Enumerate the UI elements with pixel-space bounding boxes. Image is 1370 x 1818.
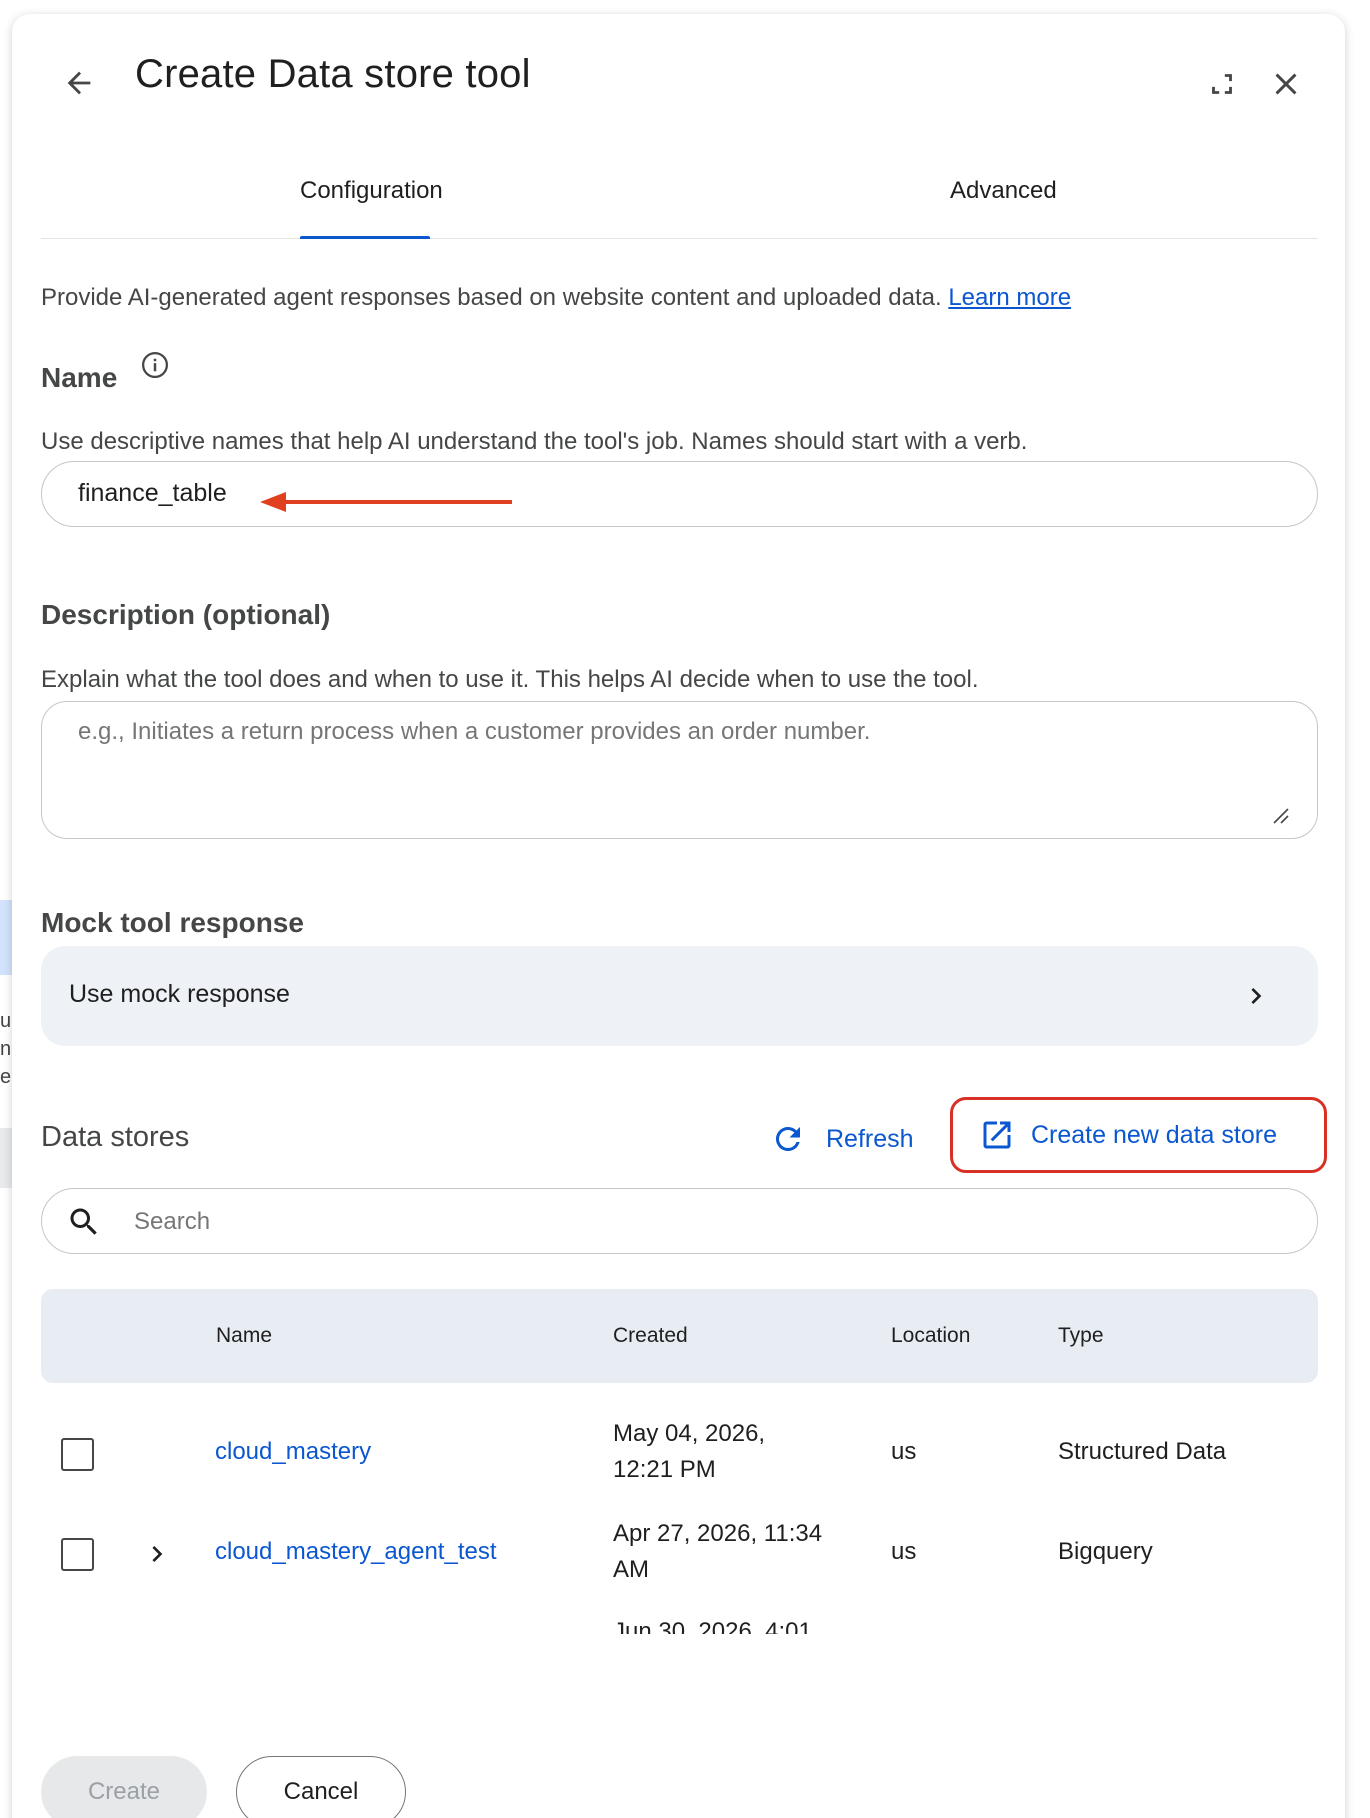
- chevron-right-icon: [1251, 988, 1262, 1004]
- active-tab-indicator: [300, 236, 430, 239]
- close-button[interactable]: [1264, 62, 1308, 106]
- backdrop-highlight-block: [0, 900, 12, 975]
- search-placeholder: Search: [134, 1208, 211, 1235]
- backdrop-gray-block: [0, 1128, 12, 1188]
- use-mock-response-option[interactable]: Use mock response: [41, 946, 1318, 1046]
- create-new-data-store-button[interactable]: Create new data store: [950, 1097, 1327, 1173]
- table-header: Name Created Location Type: [41, 1289, 1318, 1383]
- intro-description: Provide AI-generated agent responses bas…: [41, 284, 942, 311]
- table-row[interactable]: cloud_mastery May 04, 2026, 12:21 PM us …: [41, 1404, 1318, 1504]
- fullscreen-icon: [1212, 74, 1232, 94]
- column-header-created[interactable]: Created: [613, 1324, 688, 1348]
- description-textarea[interactable]: e.g., Initiates a return process when a …: [41, 701, 1318, 839]
- annotation-arrow-icon: [260, 492, 512, 512]
- backdrop-text-3: ea: [0, 1066, 12, 1088]
- column-header-location[interactable]: Location: [891, 1324, 970, 1348]
- dialog-title: Create Data store tool: [135, 52, 531, 96]
- intro-text: Provide AI-generated agent responses bas…: [41, 284, 1071, 312]
- description-section-title: Description (optional): [41, 599, 331, 630]
- close-icon: [1275, 73, 1297, 95]
- name-section-title: Name: [41, 362, 118, 393]
- data-store-link[interactable]: cloud_mastery: [215, 1438, 371, 1466]
- expand-row-chevron-icon[interactable]: [141, 1538, 173, 1570]
- search-icon: [70, 1208, 97, 1235]
- data-store-link[interactable]: cloud_mastery_agent_test: [215, 1538, 497, 1566]
- type-cell: Structured Data: [1058, 1438, 1227, 1465]
- name-input-value: finance_table: [78, 479, 227, 507]
- created-cell: Apr 27, 2026, 11:34 AM: [613, 1516, 822, 1588]
- type-cell: Bigquery: [1058, 1538, 1153, 1565]
- refresh-label: Refresh: [826, 1124, 914, 1153]
- name-input[interactable]: finance_table: [41, 461, 1318, 527]
- tab-bar: Configuration Advanced: [41, 159, 1318, 239]
- description-placeholder: e.g., Initiates a return process when a …: [78, 718, 871, 745]
- refresh-icon: [776, 1127, 800, 1151]
- column-header-name[interactable]: Name: [216, 1324, 272, 1348]
- created-time: 12:21 PM: [613, 1456, 716, 1483]
- dialog-footer: Create Cancel: [12, 1634, 1345, 1818]
- create-button[interactable]: Create: [41, 1756, 207, 1818]
- name-help-text: Use descriptive names that help AI under…: [41, 428, 1028, 455]
- tab-advanced[interactable]: Advanced: [950, 177, 1057, 205]
- row-checkbox[interactable]: [61, 1438, 94, 1471]
- learn-more-link[interactable]: Learn more: [948, 284, 1071, 311]
- create-data-store-tool-dialog: Create Data store tool Configuration Adv…: [12, 14, 1345, 1818]
- resize-handle-icon[interactable]: [1271, 806, 1289, 824]
- table-row[interactable]: cloud_mastery_agent_test Apr 27, 2026, 1…: [41, 1504, 1318, 1604]
- create-new-data-store-label: Create new data store: [1031, 1120, 1277, 1149]
- created-date: May 04, 2026,: [613, 1420, 766, 1447]
- info-icon[interactable]: [140, 350, 170, 380]
- mock-section-title: Mock tool response: [41, 907, 304, 938]
- column-header-type[interactable]: Type: [1058, 1324, 1104, 1348]
- created-time: AM: [613, 1556, 649, 1583]
- tab-configuration[interactable]: Configuration: [300, 177, 443, 205]
- back-button[interactable]: [54, 58, 104, 108]
- location-cell: us: [891, 1438, 917, 1465]
- dialog-header: Create Data store tool: [12, 14, 1345, 144]
- backdrop-text-1: ui: [0, 1010, 12, 1032]
- description-help-text: Explain what the tool does and when to u…: [41, 666, 979, 693]
- open-in-new-icon: [983, 1121, 1011, 1149]
- row-checkbox[interactable]: [61, 1538, 94, 1571]
- location-cell: us: [891, 1538, 917, 1565]
- fullscreen-button[interactable]: [1200, 62, 1244, 106]
- use-mock-response-label: Use mock response: [69, 980, 290, 1008]
- created-date: Apr 27, 2026, 11:34: [613, 1520, 823, 1547]
- backdrop-text-2: ng: [0, 1038, 12, 1060]
- refresh-button[interactable]: Refresh: [770, 1114, 914, 1164]
- data-store-search-input[interactable]: Search: [41, 1188, 1318, 1254]
- created-cell: May 04, 2026, 12:21 PM: [613, 1416, 765, 1488]
- data-stores-title: Data stores: [41, 1121, 190, 1153]
- arrow-back-icon: [67, 71, 91, 95]
- cancel-button[interactable]: Cancel: [236, 1756, 406, 1818]
